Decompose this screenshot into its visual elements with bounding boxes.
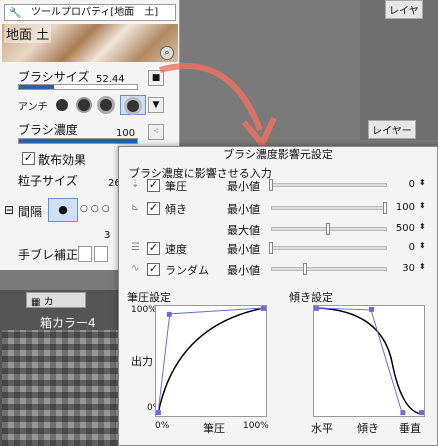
row-4-label: ランダム — [165, 264, 209, 277]
tilt-icon: ⊾ — [131, 202, 140, 213]
row-0-checkbox[interactable]: ✓ — [147, 179, 160, 192]
scatter-label: 散布効果 — [38, 153, 87, 167]
stabilization-label: 手ブレ補正 — [18, 248, 79, 262]
antialias-label: アンチ — [18, 102, 48, 113]
brush-density-label: ブラシ濃度 — [18, 123, 78, 137]
color-set-tab-label: カ — [43, 297, 54, 308]
pressure-graph-title: 筆圧設定 — [127, 291, 171, 304]
color-set-tab[interactable]: ▦ カ — [26, 292, 86, 308]
row-1-slider[interactable] — [271, 206, 387, 210]
row-3-slider[interactable] — [271, 246, 387, 250]
row-2-slider-thumb[interactable] — [326, 223, 330, 235]
row-0-value[interactable]: 0 — [385, 179, 415, 190]
row-0-slider[interactable] — [271, 183, 387, 187]
pen-pressure-icon: ⇣ — [131, 179, 140, 190]
row-0-spinner-icon[interactable]: ⬍ — [419, 178, 426, 187]
density-source-dialog: ブラシ濃度影響元設定 ブラシ濃度に影響させる入力 ⇣ ✓ 筆圧 最小値 0 ⬍ ⊾ ✓ 傾き 最小… — [118, 146, 438, 446]
stabilization-box-2[interactable] — [94, 246, 108, 262]
pressure-curve-graph[interactable] — [155, 305, 267, 417]
row-3-param: 最小値 — [227, 243, 260, 256]
antialias-none-option[interactable] — [56, 99, 68, 111]
tilt-curve-graph[interactable] — [313, 305, 425, 417]
tilt-graph-title: 傾き設定 — [289, 291, 333, 304]
row-4-value[interactable]: 30 — [385, 263, 415, 274]
row-4-param: 最小値 — [227, 264, 260, 277]
layer-tab-label: レイヤー — [372, 126, 412, 137]
layer-tab-top-label: レイヤ — [389, 6, 419, 17]
dot-icon: ● — [58, 203, 68, 216]
tool-property-title-text: ツールプロパティ[地面 土] — [31, 7, 159, 18]
pressure-x-left: 0% — [155, 421, 170, 431]
pressure-x-right: 100% — [243, 421, 269, 431]
antialias-medium-option[interactable] — [100, 99, 112, 111]
row-1-label: 傾き — [165, 203, 187, 216]
row-4-checkbox[interactable]: ✓ — [147, 263, 160, 276]
right-background-panel — [360, 0, 438, 140]
palette-icon: ▦ — [31, 297, 41, 308]
row-0-label: 筆圧 — [165, 180, 187, 193]
row-1-value[interactable]: 100 — [385, 202, 415, 213]
pressure-x-mid: 筆圧 — [203, 422, 225, 435]
row-3-label: 速度 — [165, 243, 187, 256]
row-1-spinner-icon[interactable]: ⬍ — [419, 201, 426, 210]
random-icon: ∿ — [131, 263, 140, 274]
spacing-option-narrow[interactable]: ● — [48, 198, 78, 222]
row-0-slider-thumb[interactable] — [269, 179, 273, 191]
spacing-option-wide[interactable]: ○○○ — [80, 204, 113, 214]
row-3-slider-thumb[interactable] — [269, 242, 273, 254]
row-2-spinner-icon[interactable]: ⬍ — [419, 222, 426, 231]
annotation-arrow — [159, 63, 277, 150]
row-1-param: 最小値 — [227, 203, 260, 216]
layer-tab-top[interactable]: レイヤ — [385, 0, 423, 19]
brush-size-slider[interactable] — [18, 84, 138, 90]
dialog-title: ブラシ濃度影響元設定 — [223, 148, 333, 161]
pressure-y-label: 出力 — [131, 355, 153, 368]
velocity-icon: ☰ — [131, 242, 140, 253]
tilt-x-right: 垂直 — [399, 422, 421, 435]
row-4-spinner-icon[interactable]: ⬍ — [419, 262, 426, 271]
row-2-value[interactable]: 500 — [385, 223, 415, 234]
brush-density-slider[interactable] — [18, 138, 138, 144]
row-4-slider[interactable] — [271, 267, 387, 271]
row-4-slider-thumb[interactable] — [303, 263, 308, 275]
row-3-value[interactable]: 0 — [385, 242, 415, 253]
row-2-param: 最大値 — [227, 224, 260, 237]
layer-tab[interactable]: レイヤー — [368, 120, 416, 139]
stabilization-box-1[interactable] — [78, 246, 92, 262]
color-set-name[interactable]: 箱カラー4 — [40, 314, 96, 331]
pressure-y-top: 100% — [131, 305, 157, 315]
row-3-spinner-icon[interactable]: ⬍ — [419, 241, 426, 250]
spacing-value[interactable]: 3 — [104, 230, 110, 241]
texture-label: 地面 土 — [4, 24, 52, 43]
tilt-x-left: 水平 — [311, 422, 333, 435]
scatter-checkbox[interactable]: ✓ — [22, 152, 35, 165]
tool-property-title[interactable]: 🔧 ツールプロパティ[地面 土] — [4, 4, 176, 21]
particle-size-label: 粒子サイズ — [18, 174, 78, 188]
row-0-param: 最小値 — [227, 180, 260, 193]
tilt-x-mid: 傾き — [357, 422, 379, 435]
row-1-checkbox[interactable]: ✓ — [147, 202, 160, 215]
spacing-label: 間隔 — [18, 205, 43, 219]
brush-size-label: ブラシサイズ — [18, 70, 90, 84]
row-3-checkbox[interactable]: ✓ — [147, 242, 160, 255]
antialias-weak-option[interactable] — [78, 99, 90, 111]
color-swatch-grid[interactable] — [2, 330, 118, 446]
collapse-icon[interactable]: ⊟ — [4, 203, 14, 217]
wrench-icon: 🔧 — [9, 8, 22, 19]
